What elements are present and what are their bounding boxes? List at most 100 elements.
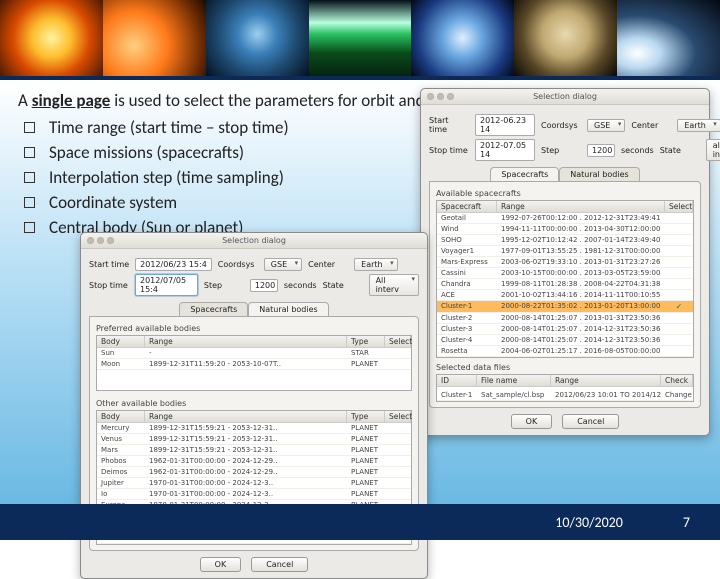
col-range[interactable]: Range [145, 336, 347, 347]
center-select[interactable]: Earth [677, 119, 720, 132]
spacecraft-list[interactable]: Spacecraft Range Select Geotail1992-07-2… [436, 200, 694, 358]
titlebar[interactable]: Selection dialog [81, 233, 427, 249]
bullet-icon [24, 197, 35, 208]
spacecraft-row[interactable]: Rosetta2004-06-02T01:25:17 . 2016-08-05T… [437, 346, 693, 357]
coordsys-label: Coordsys [218, 260, 258, 269]
preferred-bodies-header: Preferred available bodies [96, 324, 412, 333]
stop-time-input[interactable]: 2012/07/05 15:4 [135, 274, 198, 296]
col-body[interactable]: Body [97, 336, 145, 347]
coordsys-select[interactable]: GSE [264, 258, 302, 271]
start-time-label: Start time [429, 116, 469, 134]
footer-date: 10/30/2020 [555, 514, 623, 531]
col-body[interactable]: Body [97, 411, 145, 422]
dialog-title: Selection dialog [81, 236, 427, 245]
banner-blue-planet [411, 0, 514, 76]
body-row[interactable]: Mercury1899-12-31T15:59:21 - 2053-12-31.… [97, 423, 411, 434]
stop-time-label: Stop time [89, 281, 129, 290]
start-time-input[interactable]: 2012/06/23 15:4 [135, 258, 212, 271]
spacecraft-row[interactable]: Cluster-12000-08-22T01:35:02 . 2013-01-2… [437, 301, 693, 313]
col-file-range[interactable]: Range [551, 375, 661, 386]
spacecraft-row[interactable]: Mars-Express2003-06-02T19:33:10 . 2013-0… [437, 257, 693, 268]
col-id[interactable]: ID [437, 375, 477, 386]
spacecraft-row[interactable]: ACE2001-10-02T13:44:16 . 2014-11-11T00:1… [437, 290, 693, 301]
banner-saturn [514, 0, 617, 76]
stop-time-input[interactable]: 2012-07.05 14 [475, 139, 535, 161]
body-row[interactable]: Venus1899-12-31T15:59:21 - 2053-12-31..P… [97, 434, 411, 445]
banner-aurora [309, 0, 412, 76]
state-select[interactable]: All interv [369, 274, 419, 296]
banner-flare [103, 0, 206, 76]
bullet-icon [24, 172, 35, 183]
selected-files-header: Selected data files [436, 363, 694, 372]
spacecraft-row[interactable]: Wind1994-11-11T00:00:00 . 2013-04-30T12:… [437, 224, 693, 235]
preferred-bodies-list[interactable]: Body Range Type Select Sun-STARMoon1899-… [96, 335, 412, 391]
col-spacecraft[interactable]: Spacecraft [437, 201, 497, 212]
col-range[interactable]: Range [145, 411, 347, 422]
step-input[interactable]: 1200 [587, 144, 615, 157]
bullet-icon [24, 222, 35, 233]
body-row[interactable]: Phobos1962-01-31T00:00:00 - 2024-12-29..… [97, 456, 411, 467]
coordsys-label: Coordsys [541, 121, 581, 130]
body-row[interactable]: Sun-STAR [97, 348, 411, 359]
selection-dialog-spacecrafts: Selection dialog Start time 2012-06.23 1… [420, 88, 710, 436]
banner-comet [617, 0, 720, 76]
step-unit-label: seconds [284, 281, 317, 290]
step-unit-label: seconds [621, 146, 654, 155]
footer-page-number: 7 [683, 514, 690, 531]
state-label: State [323, 281, 363, 290]
ok-button[interactable]: OK [511, 414, 553, 429]
selected-files-list[interactable]: ID File name Range Check Cluster-1 Sat_s… [436, 374, 694, 402]
banner-sun [0, 0, 103, 76]
body-row[interactable]: Moon1899-12-31T11:59:20 - 2053-10-07T..P… [97, 359, 411, 370]
spacecraft-row[interactable]: SOHO1995-12-02T10:12:42 . 2007-01-14T23:… [437, 235, 693, 246]
spacecraft-row[interactable]: Cluster-32000-08-14T01:25:07 . 2014-12-3… [437, 324, 693, 335]
start-time-input[interactable]: 2012-06.23 14 [475, 114, 535, 136]
col-range[interactable]: Range [497, 201, 665, 212]
col-filename[interactable]: File name [477, 375, 551, 386]
other-bodies-header: Other available bodies [96, 399, 412, 408]
cancel-button[interactable]: Cancel [562, 414, 619, 429]
body-row[interactable]: Mars1899-12-31T15:59:21 - 2053-12-31..PL… [97, 445, 411, 456]
stop-time-label: Stop time [429, 146, 469, 155]
body-row[interactable]: Io1970-01-31T00:00:00 - 2024-12-3..PLANE… [97, 489, 411, 500]
spacecraft-row[interactable]: Geotail1992-07-26T00:12:00 . 2012-12-31T… [437, 213, 693, 224]
start-time-label: Start time [89, 260, 129, 269]
center-label: Center [308, 260, 348, 269]
bullet-icon [24, 147, 35, 158]
step-label: Step [541, 146, 581, 155]
bullet-icon [24, 122, 35, 133]
banner-image-strip [0, 0, 720, 76]
tab-spacecrafts[interactable]: Spacecrafts [179, 302, 248, 316]
available-spacecrafts-header: Available spacecrafts [436, 189, 694, 198]
file-row[interactable]: Cluster-1 Sat_sample/cl.bsp 2012/06/23 1… [437, 390, 693, 401]
col-type[interactable]: Type [347, 336, 385, 347]
cancel-button[interactable]: Cancel [251, 557, 308, 572]
coordsys-select[interactable]: GSE [587, 119, 625, 132]
spacecraft-row[interactable]: Cassini2003-10-15T00:00:00 . 2013-03-05T… [437, 268, 693, 279]
spacecraft-row[interactable]: Chandra1999-08-11T01:28:38 . 2008-04-22T… [437, 279, 693, 290]
col-check[interactable]: Check [661, 375, 693, 386]
state-label: State [660, 146, 700, 155]
center-select[interactable]: Earth [354, 258, 397, 271]
step-input[interactable]: 1200 [250, 279, 278, 292]
col-select[interactable]: Select [385, 411, 411, 422]
dialog-title: Selection dialog [421, 92, 709, 101]
col-type[interactable]: Type [347, 411, 385, 422]
ok-button[interactable]: OK [200, 557, 242, 572]
body-row[interactable]: Jupiter1970-01-31T00:00:00 - 2024-12-3..… [97, 478, 411, 489]
tab-natural-bodies[interactable]: Natural bodies [559, 167, 639, 181]
spacecraft-row[interactable]: Voyager11977-09-01T13:55:25 . 1981-12-31… [437, 246, 693, 257]
tab-natural-bodies[interactable]: Natural bodies [248, 302, 328, 316]
banner-earth [206, 0, 309, 76]
body-row[interactable]: Deimos1962-01-31T00:00:00 - 2024-12-29..… [97, 467, 411, 478]
footer: 10/30/2020 7 [0, 504, 720, 540]
step-label: Step [204, 281, 244, 290]
titlebar[interactable]: Selection dialog [421, 89, 709, 105]
col-select[interactable]: Select [385, 336, 411, 347]
tab-spacecrafts[interactable]: Spacecrafts [490, 167, 559, 181]
col-select[interactable]: Select [665, 201, 693, 212]
spacecraft-row[interactable]: Cluster-42000-08-14T01:25:07 . 2014-12-3… [437, 335, 693, 346]
center-label: Center [631, 121, 671, 130]
state-select[interactable]: all interva [706, 139, 720, 161]
spacecraft-row[interactable]: Cluster-22000-08-14T01:25:07 . 2013-01-3… [437, 313, 693, 324]
